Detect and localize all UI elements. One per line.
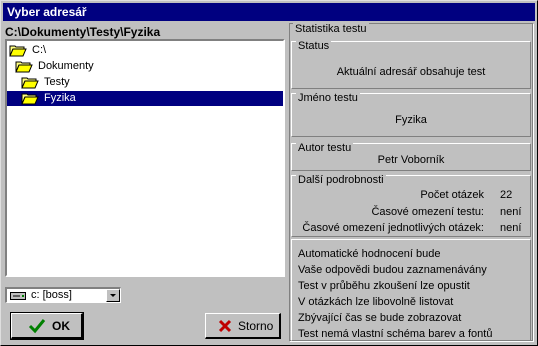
notes-panel: Automatické hodnocení bude Vaše odpovědi… (291, 239, 531, 341)
note-item: V otázkách lze libovolně listovat (298, 296, 454, 308)
status-title: Status (296, 40, 332, 52)
notes-list: Automatické hodnocení bude Vaše odpovědi… (298, 246, 492, 342)
tree-item-root[interactable]: C:\ (9, 43, 48, 58)
drive-value: c: [boss] (31, 289, 72, 301)
detail-value: není (500, 206, 522, 218)
current-path: C:\Dokumenty\Testy\Fyzika (5, 25, 161, 39)
open-folder-icon (21, 77, 39, 89)
open-folder-icon (15, 61, 33, 73)
tree-item-label: C:\ (32, 44, 47, 56)
note-item: Vaše odpovědi budou zaznamenávány (298, 264, 487, 276)
detail-row: Časové omezení testu: není (292, 205, 530, 219)
status-text: Aktuální adresář obsahuje test (336, 66, 486, 78)
status-panel: Status Aktuální adresář obsahuje test (291, 40, 531, 89)
open-folder-icon (9, 45, 27, 57)
storno-button[interactable]: Storno (205, 313, 281, 339)
note-item: Test nemá vlastní schéma barev a fontů (298, 328, 493, 340)
detail-value: 22 (500, 189, 513, 201)
detail-row: Časové omezení jednotlivých otázek: není (292, 221, 530, 235)
author-name: Petr Voborník (377, 154, 445, 166)
tree-item-testy[interactable]: Testy (21, 75, 72, 90)
author-panel: Autor testu Petr Voborník (291, 142, 531, 171)
note-item: Automatické hodnocení bude (298, 248, 441, 260)
tree-item-label: Fyzika (44, 92, 76, 104)
author-title: Autor testu (296, 142, 354, 154)
cross-icon (218, 319, 232, 333)
window-title: Vyber adresář (3, 3, 535, 21)
tree-item-label: Testy (44, 76, 70, 88)
open-folder-icon (21, 93, 39, 105)
directory-tree[interactable]: C:\ Dokumenty Testy Fyzika (5, 39, 285, 277)
ok-button[interactable]: OK (10, 312, 84, 340)
tree-item-label: Dokumenty (38, 60, 94, 72)
drive-icon (10, 292, 26, 300)
stats-title: Statistika testu (293, 23, 369, 35)
note-item: Test v průběhu zkoušení lze opustit (298, 280, 470, 292)
detail-value: není (500, 222, 522, 234)
dialog-window: Vyber adresář C:\Dokumenty\Testy\Fyzika … (0, 0, 538, 346)
drive-select[interactable]: c: [boss] (5, 287, 121, 303)
detail-row: Počet otázek 22 (292, 188, 530, 202)
name-title: Jméno testu (296, 92, 360, 104)
details-panel: Další podrobnosti Počet otázek 22 Časové… (291, 174, 531, 237)
storno-label: Storno (238, 319, 274, 333)
detail-label: Počet otázek (420, 189, 484, 201)
test-name: Fyzika (395, 114, 427, 126)
tree-item-fyzika[interactable]: Fyzika (7, 91, 283, 106)
tree-item-dokumenty[interactable]: Dokumenty (15, 59, 96, 74)
name-panel: Jméno testu Fyzika (291, 92, 531, 137)
note-item: Zbývající čas se bude zobrazovat (298, 312, 462, 324)
chevron-down-icon[interactable] (106, 289, 120, 302)
detail-label: Časové omezení jednotlivých otázek: (302, 222, 484, 234)
checkmark-icon (28, 319, 46, 334)
ok-label: OK (52, 319, 70, 333)
detail-label: Časové omezení testu: (371, 206, 484, 218)
details-title: Další podrobnosti (296, 174, 386, 186)
